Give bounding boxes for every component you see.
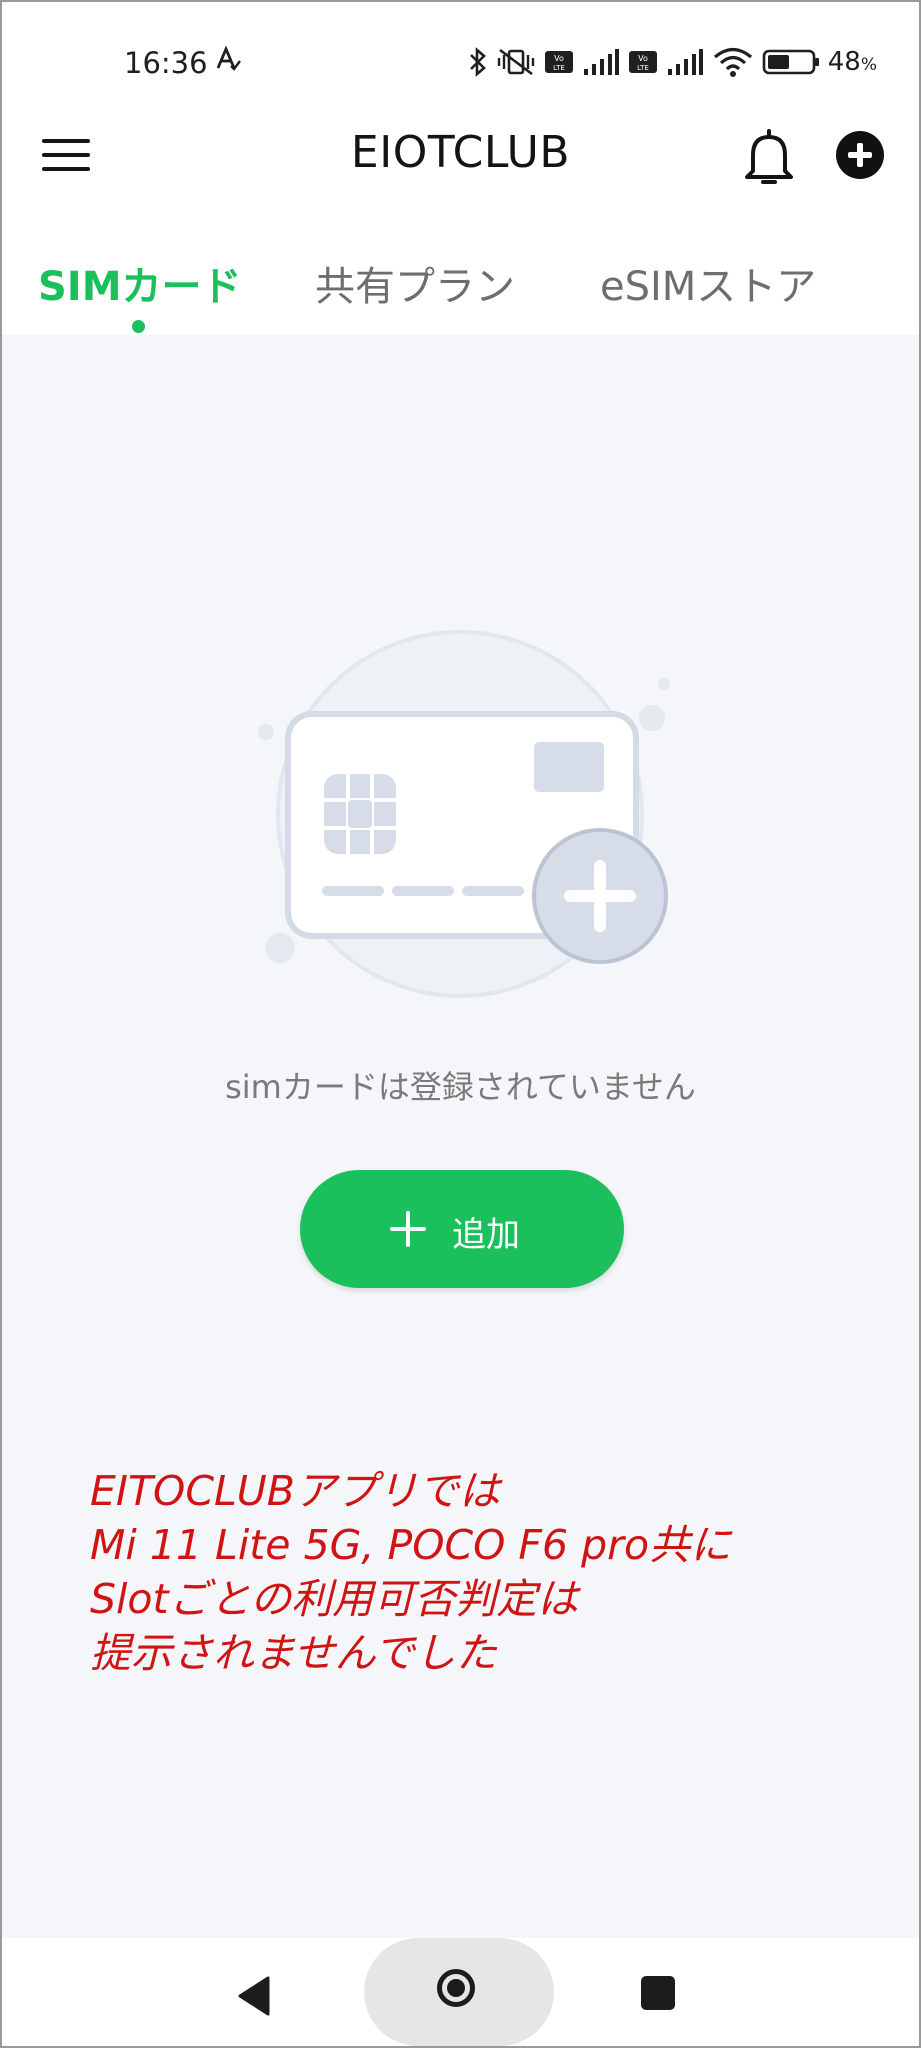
tab-esim-store[interactable]: eSIMストア xyxy=(600,254,816,312)
tab-bar: SIMカード 共有プラン eSIMストア xyxy=(2,242,919,333)
tab-shared-plan[interactable]: 共有プラン xyxy=(315,254,515,312)
back-icon[interactable] xyxy=(236,1976,272,2016)
recents-icon[interactable] xyxy=(641,1976,675,2010)
active-tab-indicator xyxy=(132,320,145,333)
volte-icon: Vo LTE xyxy=(544,51,573,73)
svg-text:Vo: Vo xyxy=(554,54,564,63)
bluetooth-icon xyxy=(469,47,486,77)
add-icon[interactable] xyxy=(836,131,884,179)
header-area: 16:36 Vo LTE Vo LTE 48% EIOTCLUB SIMカード … xyxy=(2,2,919,335)
note-line: 提示されませんでした xyxy=(90,1629,497,1677)
autofill-icon xyxy=(216,46,241,71)
vibrate-icon xyxy=(497,48,534,76)
battery-value: 48 xyxy=(827,47,861,77)
home-icon[interactable] xyxy=(364,1938,554,2046)
tab-sim-card[interactable]: SIMカード xyxy=(38,254,242,312)
battery-unit: % xyxy=(860,55,877,75)
wifi-icon xyxy=(713,47,752,77)
status-icons: Vo LTE Vo LTE 48% xyxy=(468,42,877,82)
svg-text:Vo: Vo xyxy=(638,54,648,63)
volte-icon: Vo LTE xyxy=(628,51,657,73)
svg-text:LTE: LTE xyxy=(637,64,649,72)
home-dot xyxy=(447,1979,465,1997)
battery-icon xyxy=(762,49,819,75)
empty-state-message: simカードは登録されていません xyxy=(225,1068,696,1106)
note-line: Slotごとの利用可否判定は xyxy=(90,1575,579,1623)
svg-text:LTE: LTE xyxy=(553,64,565,72)
note-line: EITOCLUBアプリでは xyxy=(90,1467,500,1515)
plus-icon xyxy=(390,1211,426,1247)
empty-sim-illustration xyxy=(258,630,670,998)
signal-icon xyxy=(667,49,703,75)
signal-icon xyxy=(583,49,619,75)
bell-icon[interactable] xyxy=(741,127,797,189)
annotation-note: EITOCLUBアプリでは Mi 11 Lite 5G, POCO F6 pro… xyxy=(90,1464,890,1680)
add-sim-button[interactable]: 追加 xyxy=(300,1170,624,1288)
app-bar: EIOTCLUB xyxy=(2,117,919,197)
status-bar: 16:36 Vo LTE Vo LTE 48% xyxy=(2,32,919,92)
add-button-label: 追加 xyxy=(452,1215,520,1255)
screen-frame: 16:36 Vo LTE Vo LTE 48% EIOTCLUB SIMカード … xyxy=(0,0,921,2048)
note-line: Mi 11 Lite 5G, POCO F6 pro共に xyxy=(90,1521,732,1569)
status-time: 16:36 xyxy=(124,46,208,80)
system-nav-bar xyxy=(2,1938,919,2046)
battery-percent: 48% xyxy=(828,47,877,77)
